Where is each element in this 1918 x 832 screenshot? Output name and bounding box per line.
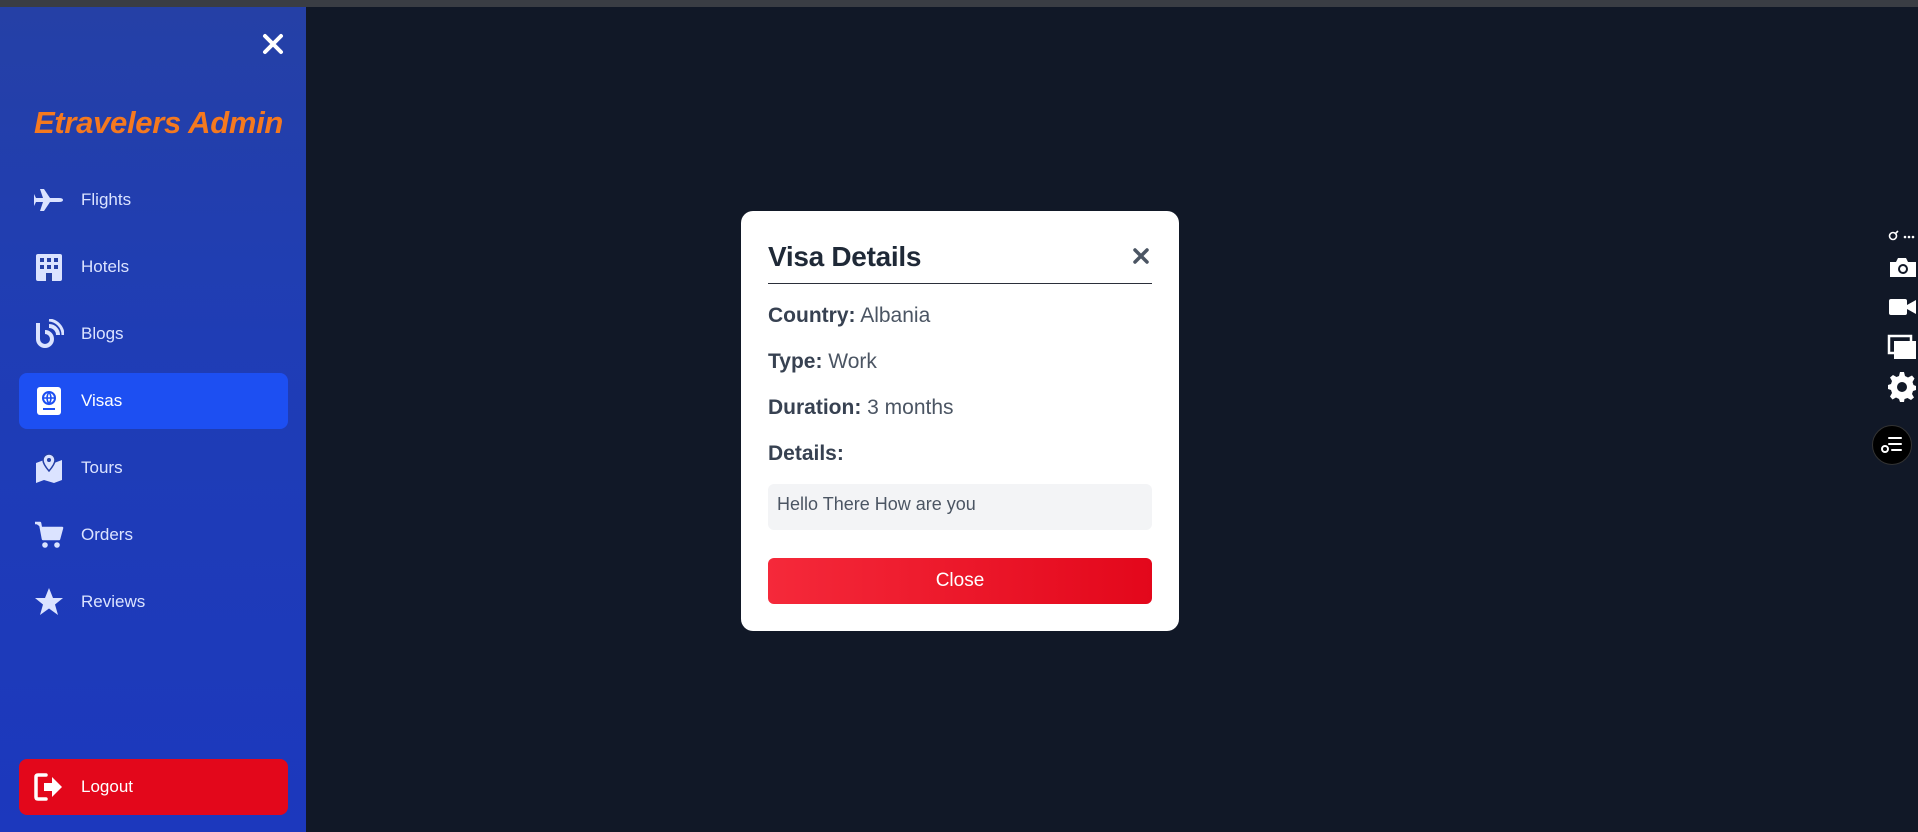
sidebar-item-label: Blogs xyxy=(81,324,124,343)
blog-icon xyxy=(33,318,65,350)
sidebar-item-label: Hotels xyxy=(81,257,130,276)
window-capture-icon[interactable] xyxy=(1886,333,1918,361)
country-label: Country: xyxy=(768,304,856,327)
sidebar-item-label: Orders xyxy=(81,525,133,544)
sidebar-item-label: Flights xyxy=(81,190,132,209)
sidebar: Etravelers Admin Flights Hotels Blogs Vi… xyxy=(0,7,306,832)
close-icon xyxy=(1133,248,1149,264)
cart-icon xyxy=(33,519,65,551)
type-field: Type: Work xyxy=(768,350,1152,376)
country-value: Albania xyxy=(860,304,931,327)
camera-icon[interactable] xyxy=(1886,254,1918,280)
modal-title: Visa Details xyxy=(768,241,922,272)
duration-value: 3 months xyxy=(867,396,954,419)
details-label: Details: xyxy=(768,442,844,465)
video-camera-icon[interactable] xyxy=(1886,294,1918,320)
building-icon xyxy=(33,251,65,283)
star-icon xyxy=(33,586,65,618)
modal-header: Visa Details xyxy=(768,211,1152,284)
visa-details-modal: Visa Details Country: Albania Type: Work… xyxy=(741,211,1179,631)
sidebar-item-flights[interactable]: Flights xyxy=(19,172,288,228)
browser-top-strip xyxy=(0,0,1918,7)
duration-field: Duration: 3 months xyxy=(768,396,1152,422)
type-value: Work xyxy=(828,350,877,373)
sidebar-item-label: Tours xyxy=(81,458,123,477)
passport-icon xyxy=(33,385,65,417)
duration-label: Duration: xyxy=(768,396,862,419)
logout-label: Logout xyxy=(81,777,133,796)
sign-out-icon xyxy=(33,771,65,803)
modal-close-x-button[interactable] xyxy=(1130,245,1152,267)
close-sidebar-button[interactable] xyxy=(258,29,288,59)
map-marker-icon xyxy=(33,452,65,484)
sidebar-item-reviews[interactable]: Reviews xyxy=(19,574,288,630)
close-icon xyxy=(263,34,283,54)
country-field: Country: Albania xyxy=(768,304,1152,330)
extension-pin-icon[interactable] xyxy=(1886,227,1918,245)
plane-icon xyxy=(33,184,65,216)
sidebar-item-tours[interactable]: Tours xyxy=(19,440,288,496)
close-button[interactable]: Close xyxy=(768,558,1152,604)
sidebar-item-hotels[interactable]: Hotels xyxy=(19,239,288,295)
type-label: Type: xyxy=(768,350,823,373)
list-settings-icon xyxy=(1881,437,1902,453)
sidebar-item-label: Visas xyxy=(81,391,123,410)
sidebar-nav: Flights Hotels Blogs Visas Tours Orders … xyxy=(19,172,288,641)
details-text-box: Hello There How are you xyxy=(768,484,1152,530)
settings-gear-icon[interactable] xyxy=(1886,372,1918,402)
details-field: Details: xyxy=(768,442,1152,468)
brand-title: Etravelers Admin xyxy=(34,105,284,140)
sidebar-item-blogs[interactable]: Blogs xyxy=(19,306,288,362)
sidebar-item-visas[interactable]: Visas xyxy=(19,373,288,429)
logout-button[interactable]: Logout xyxy=(19,759,288,815)
extension-menu-button[interactable] xyxy=(1872,425,1912,465)
sidebar-item-label: Reviews xyxy=(81,592,146,611)
sidebar-item-orders[interactable]: Orders xyxy=(19,507,288,563)
